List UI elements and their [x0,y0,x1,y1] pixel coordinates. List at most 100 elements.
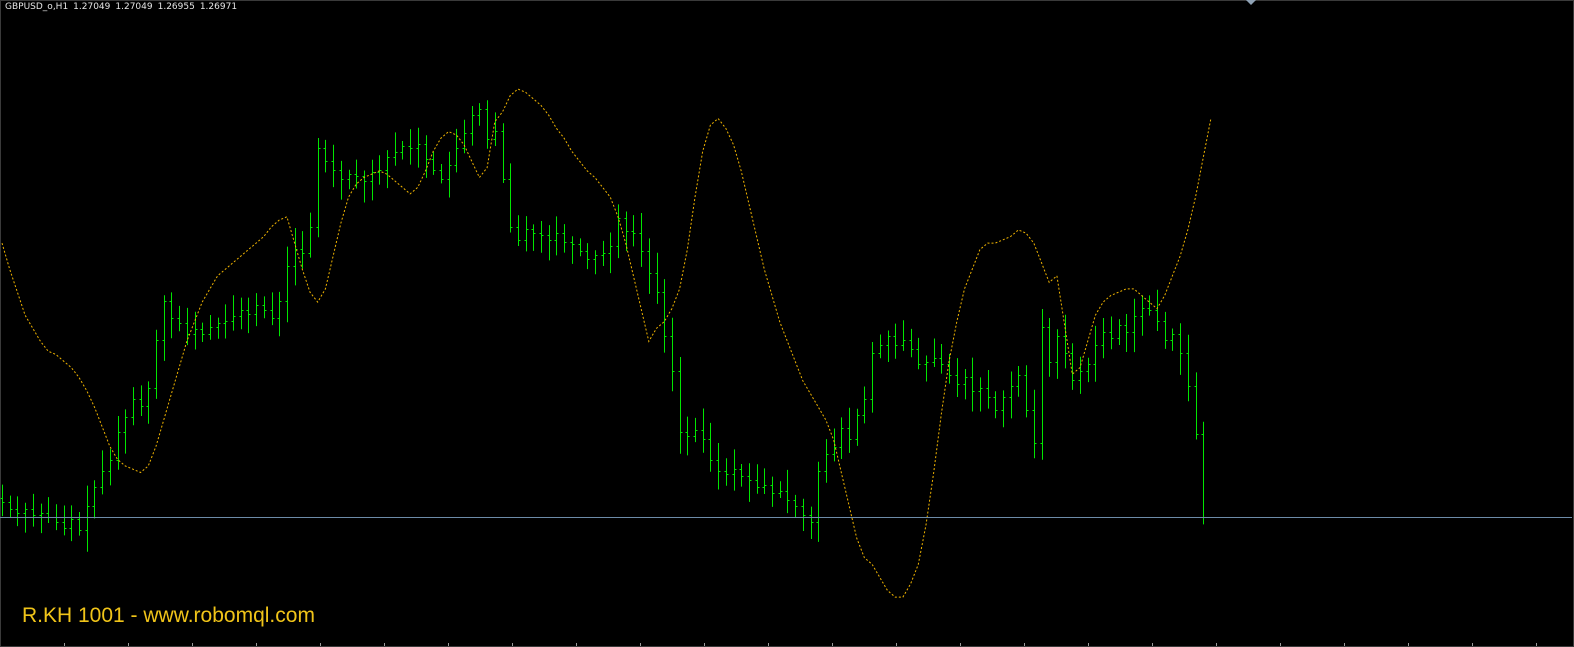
ohlc-bar [1109,316,1114,350]
ohlc-bars [0,100,1206,552]
ohlc-bar [970,357,975,412]
ohlc-bar [670,317,675,392]
ohlc-bar [639,213,644,267]
ohlc-bar [847,407,852,453]
ohlc-bar [316,137,321,238]
ohlc-bar [516,215,521,247]
ohlc-bar [708,422,713,472]
ohlc-bar [393,132,398,166]
ohlc-bar [1186,334,1191,402]
price-chart[interactable] [0,0,1574,647]
ohlc-bar [916,337,921,370]
ohlc-bar [131,387,136,426]
ohlc-bar [570,236,575,264]
ohlc-bar [223,304,228,339]
ohlc-bar [1147,295,1152,316]
ohlc-bar [1055,329,1060,379]
ohlc-bar [578,238,583,257]
ohlc-bar [92,480,97,519]
ohlc-bar [1040,309,1045,460]
ohlc-bar [1155,289,1160,332]
ohlc-bar [893,323,898,359]
ohlc-bar [208,314,213,340]
ohlc-bar [400,141,405,160]
ohlc-bar [146,381,151,424]
ohlc-bar [447,151,452,198]
ohlc-bar [254,293,259,327]
ohlc-bar [685,416,690,456]
ohlc-bar [824,439,829,483]
ohlc-bar [647,238,652,294]
ohlc-bar [470,105,475,146]
ohlc-bar [531,224,536,251]
ohlc-bar [739,463,744,487]
ohlc-bar [200,322,205,343]
ohlc-bar [839,417,844,460]
ohlc-bar [1009,371,1014,419]
ohlc-bar [701,408,706,453]
ohlc-bar [185,307,190,346]
ohlc-bar [539,220,544,253]
ohlc-bar [593,250,598,275]
ohlc-bar [85,485,90,552]
ohlc-bar [886,330,891,363]
ohlc-bar [716,442,721,490]
time-axis-ticks [64,643,1537,646]
ohlc-bar [547,225,552,261]
ohlc-bar [377,155,382,185]
ohlc-bar [123,409,128,454]
ohlc-bar [655,252,660,304]
ohlc-bar [477,103,482,126]
ohlc-bar [662,279,667,353]
ohlc-bar [347,169,352,190]
ohlc-bar [816,461,821,542]
ohlc-bar [354,159,359,189]
ohlc-bar [755,464,760,494]
ohlc-bar [246,297,251,334]
ohlc-bar [15,496,20,527]
ohlc-bar [408,129,413,165]
ohlc-bar [1063,314,1068,369]
ohlc-bar [732,449,737,491]
ohlc-bar [963,369,968,400]
ohlc-bar [801,498,806,531]
ohlc-bar [1093,325,1098,382]
ohlc-bar [493,112,498,147]
ohlc-bar [554,216,559,256]
chart-shift-marker[interactable] [1246,0,1256,5]
watermark-text: R.KH 1001 - www.robomql.com [22,604,315,627]
ohlc-bar [1163,311,1168,349]
ohlc-bar [424,135,429,178]
ohlc-bar [485,100,490,149]
ohlc-bar [100,450,105,495]
ohlc-bar [770,476,775,507]
ohlc-bar [339,160,344,200]
ohlc-bar [878,334,883,359]
ohlc-bar [1170,328,1175,351]
ohlc-bar [1078,356,1083,394]
ohlc-bar [524,216,529,252]
ohlc-bar [69,505,74,542]
ohlc-bar [308,212,313,258]
ohlc-bar [1124,314,1129,353]
ohlc-bar [169,292,174,339]
ohlc-bar [239,297,244,330]
ohlc-bar [1201,421,1206,525]
ohlc-bar [1194,372,1199,440]
ohlc-bar [193,311,198,350]
ohlc-bar [562,224,567,253]
ohlc-bar [501,123,506,183]
ohlc-bar [262,296,267,319]
ohlc-bar [993,391,998,419]
ohlc-bar [177,305,182,332]
ohlc-bar [1178,323,1183,375]
ohlc-bar [139,385,144,416]
ohlc-bar [1001,390,1006,428]
ohlc-bar [1086,357,1091,383]
ohlc-bar [862,386,867,424]
ohlc-bar [724,458,729,486]
ohlc-bar [462,119,467,154]
ohlc-bar [108,448,113,486]
ohlc-bar [46,497,51,524]
ohlc-bar [747,463,752,502]
